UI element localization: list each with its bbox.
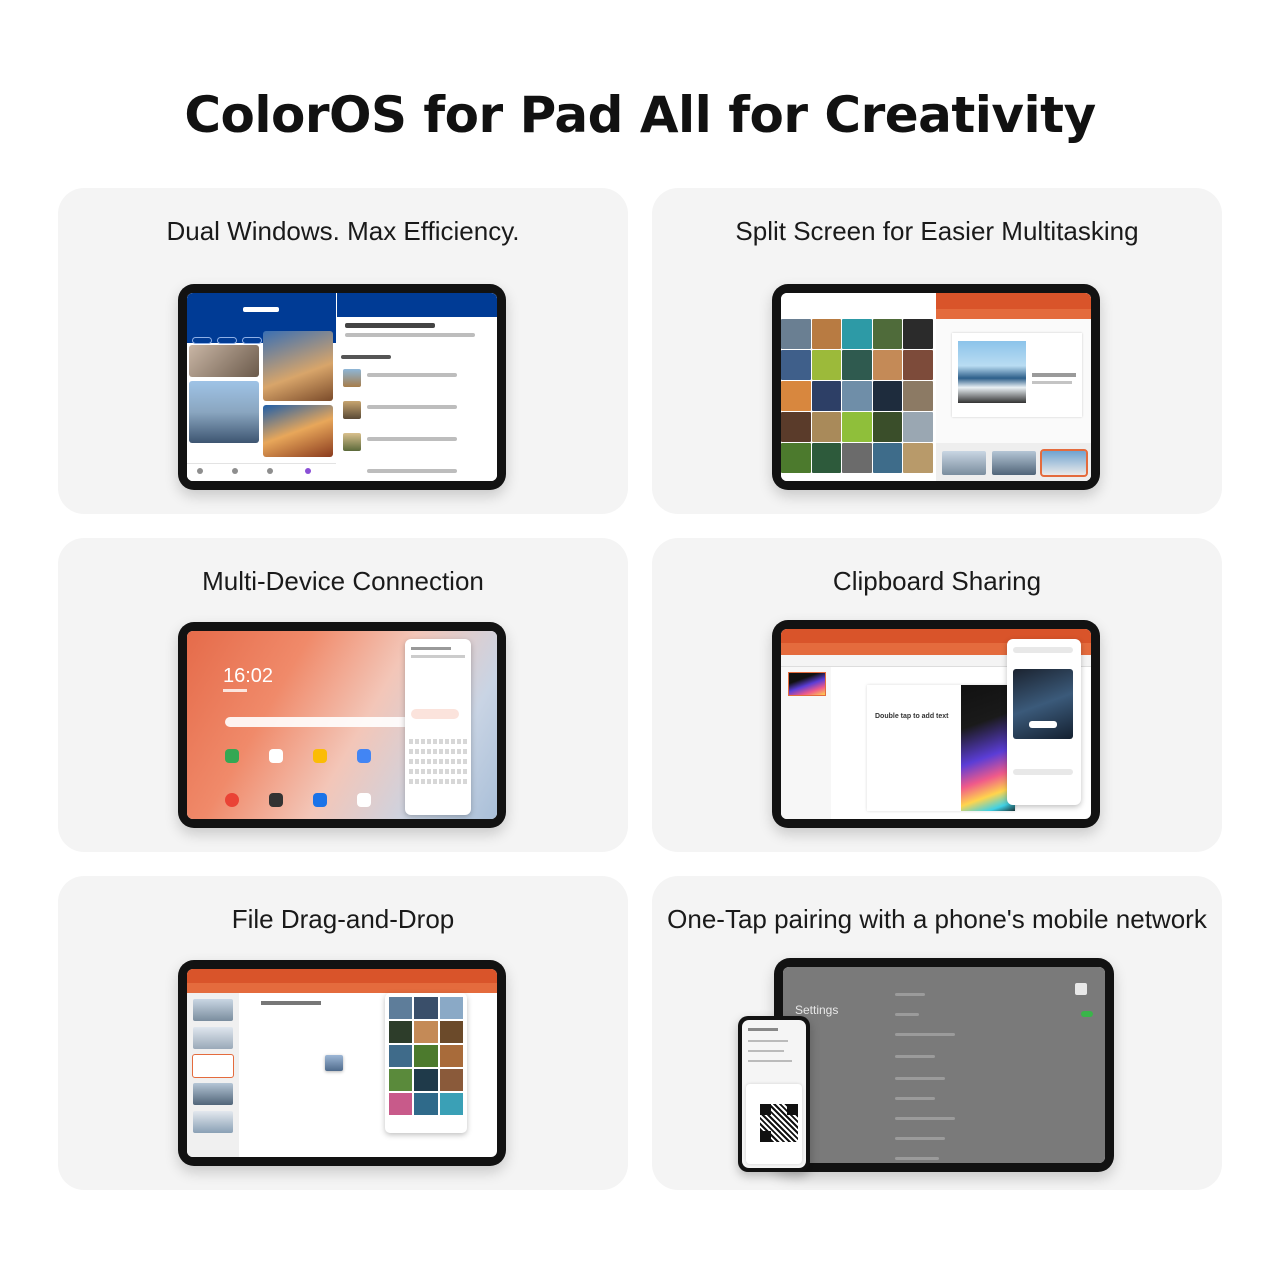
feature-card-multi-device: Multi-Device Connection 16:02 bbox=[58, 538, 628, 852]
slide-canvas[interactable]: Double tap to add text bbox=[867, 685, 1015, 811]
tablet-mockup bbox=[178, 960, 506, 1166]
slide-placeholder-text: Double tap to add text bbox=[875, 713, 949, 720]
mirrored-phone-window bbox=[405, 639, 471, 815]
dragged-file[interactable] bbox=[325, 1055, 343, 1071]
slide-thumbnails bbox=[187, 993, 239, 1157]
tablet-screen bbox=[781, 293, 1091, 481]
tablet-screen bbox=[187, 293, 497, 481]
photo-thumbnail bbox=[263, 405, 333, 457]
tablet-mockup: Settings bbox=[774, 958, 1114, 1172]
qr-code bbox=[760, 1104, 798, 1142]
phone-mockup bbox=[738, 1016, 810, 1172]
tablet-mockup bbox=[772, 284, 1100, 490]
gallery-floating-window bbox=[385, 993, 467, 1133]
presentation-window bbox=[936, 293, 1091, 481]
home-clock: 16:02 bbox=[223, 665, 274, 687]
app-icon[interactable] bbox=[225, 793, 239, 807]
feature-card-dual-windows: Dual Windows. Max Efficiency. bbox=[58, 188, 628, 514]
settings-screen: Settings bbox=[783, 967, 1105, 1163]
card-title: File Drag-and-Drop bbox=[231, 904, 455, 934]
photo-thumbnail bbox=[189, 345, 259, 377]
feature-card-file-drag: File Drag-and-Drop bbox=[58, 876, 628, 1190]
app-icon[interactable] bbox=[225, 749, 239, 763]
booking-app-window bbox=[187, 293, 336, 481]
toggle-switch[interactable] bbox=[1081, 1011, 1093, 1017]
app-icon[interactable] bbox=[357, 793, 371, 807]
app-icon[interactable] bbox=[269, 793, 283, 807]
card-title: Split Screen for Easier Multitasking bbox=[735, 216, 1139, 246]
app-icon[interactable] bbox=[357, 749, 371, 763]
photo-thumbnail bbox=[189, 381, 259, 443]
tablet-screen bbox=[187, 969, 497, 1157]
tablet-screen: Double tap to add text bbox=[781, 629, 1091, 819]
photo-thumbnail bbox=[263, 331, 333, 401]
phone-screen bbox=[742, 1020, 806, 1168]
card-title: Clipboard Sharing bbox=[832, 566, 1042, 596]
search-bar[interactable] bbox=[225, 717, 425, 727]
tablet-screen: Settings bbox=[783, 967, 1105, 1163]
app-icon[interactable] bbox=[313, 793, 327, 807]
mirrored-phone-window bbox=[1007, 639, 1081, 805]
slide-thumbnails bbox=[936, 443, 1091, 481]
slide-thumbnails bbox=[781, 667, 831, 819]
app-icon[interactable] bbox=[269, 749, 283, 763]
tablet-mockup: Double tap to add text bbox=[772, 620, 1100, 828]
travel-articles-window bbox=[337, 293, 497, 481]
photo-grid bbox=[781, 319, 933, 481]
card-title: Dual Windows. Max Efficiency. bbox=[166, 216, 520, 246]
feature-card-one-tap-pairing: One-Tap pairing with a phone's mobile ne… bbox=[652, 876, 1222, 1190]
card-title: Multi-Device Connection bbox=[202, 566, 484, 596]
card-title: One-Tap pairing with a phone's mobile ne… bbox=[667, 904, 1207, 934]
app-icon[interactable] bbox=[313, 749, 327, 763]
settings-label: Settings bbox=[795, 1003, 839, 1017]
gallery-window bbox=[781, 293, 933, 481]
tablet-mockup: 16:02 bbox=[178, 622, 506, 828]
tablet-screen: 16:02 bbox=[187, 631, 497, 819]
page-title: ColorOS for Pad All for Creativity bbox=[184, 86, 1096, 144]
tablet-mockup bbox=[178, 284, 506, 490]
qr-scan-button[interactable] bbox=[1075, 983, 1087, 995]
slide-preview bbox=[951, 333, 1082, 417]
feature-card-split-screen: Split Screen for Easier Multitasking bbox=[652, 188, 1222, 514]
home-screen: 16:02 bbox=[187, 631, 497, 819]
feature-card-clipboard: Clipboard Sharing Double tap to add text bbox=[652, 538, 1222, 852]
bottom-navigation bbox=[187, 463, 336, 481]
